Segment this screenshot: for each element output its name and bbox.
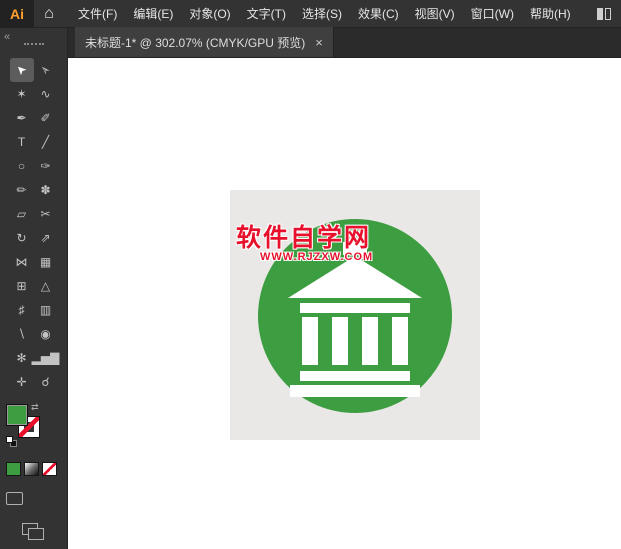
scale-tool[interactable]: ⇗ <box>34 226 58 250</box>
blend-tool[interactable]: ◉ <box>34 322 58 346</box>
column-graph-tool[interactable]: ▂▅▇ <box>34 346 58 370</box>
tab-close-icon[interactable]: × <box>315 36 323 49</box>
hand-tool[interactable]: ✛ <box>10 370 34 394</box>
menu-edit[interactable]: 编辑(E) <box>125 0 181 28</box>
selection-tool-icon: ➤ <box>13 61 30 78</box>
curvature-tool[interactable]: ✐ <box>34 106 58 130</box>
document-tabbar: 未标题-1* @ 302.07% (CMYK/GPU 预览) × <box>68 28 621 58</box>
mesh-tool[interactable]: ♯ <box>10 298 34 322</box>
zoom-tool[interactable]: ☌ <box>34 370 58 394</box>
pen-tool[interactable]: ✒ <box>10 106 34 130</box>
color-button[interactable] <box>6 462 21 476</box>
magic-wand-tool[interactable]: ✶ <box>10 82 34 106</box>
draw-mode-button[interactable] <box>6 492 23 505</box>
perspective-grid-tool[interactable]: △ <box>34 274 58 298</box>
menubar: Ai ⌂ 文件(F) 编辑(E) 对象(O) 文字(T) 选择(S) 效果(C)… <box>0 0 621 28</box>
symbol-sprayer-tool[interactable]: ✻ <box>10 346 34 370</box>
watermark-site-name: 软件自学网 <box>236 218 371 254</box>
rotate-tool[interactable]: ↻ <box>10 226 34 250</box>
tool-grid: ➤ ➢ ✶ ∿ ✒ ✐ T ╱ ○ ✑ ✏ ✽ ▱ ✂ ↻ ⇗ ⋈ ▦ ⊞ △ … <box>10 58 58 394</box>
shape-builder-tool[interactable]: ⊞ <box>10 274 34 298</box>
shaper-tool[interactable]: ✽ <box>34 178 58 202</box>
ellipse-tool[interactable]: ○ <box>10 154 34 178</box>
eraser-tool[interactable]: ▱ <box>10 202 34 226</box>
workspace: 未标题-1* @ 302.07% (CMYK/GPU 预览) × <box>68 28 621 549</box>
watermark-site-url: WWW.RJZXW.COM <box>260 251 373 263</box>
screen-mode-button[interactable] <box>22 523 46 541</box>
menu-object[interactable]: 对象(O) <box>181 0 238 28</box>
canvas[interactable]: 软件自学网 WWW.RJZXW.COM <box>68 58 621 549</box>
home-icon[interactable]: ⌂ <box>34 0 64 28</box>
color-type-buttons <box>6 462 57 476</box>
lasso-tool[interactable]: ∿ <box>34 82 58 106</box>
free-transform-tool[interactable]: ▦ <box>34 250 58 274</box>
direct-selection-tool[interactable]: ➢ <box>34 58 58 82</box>
panel-grip-handle[interactable] <box>24 43 44 45</box>
scissors-tool[interactable]: ✂ <box>34 202 58 226</box>
swap-fill-stroke-icon[interactable]: ⇄ <box>31 402 39 413</box>
fill-swatch[interactable] <box>6 404 28 426</box>
menu-list: 文件(F) 编辑(E) 对象(O) 文字(T) 选择(S) 效果(C) 视图(V… <box>70 0 579 28</box>
document-tab-title: 未标题-1* @ 302.07% (CMYK/GPU 预览) <box>85 34 305 51</box>
menu-window[interactable]: 窗口(W) <box>463 0 522 28</box>
artboard-image[interactable]: 软件自学网 WWW.RJZXW.COM <box>230 190 480 440</box>
menu-help[interactable]: 帮助(H) <box>522 0 579 28</box>
selection-tool[interactable]: ➤ <box>10 58 34 82</box>
illustrator-logo[interactable]: Ai <box>0 0 34 28</box>
width-tool[interactable]: ⋈ <box>10 250 34 274</box>
menu-type[interactable]: 文字(T) <box>239 0 294 28</box>
direct-selection-tool-icon: ➢ <box>37 61 54 78</box>
menu-select[interactable]: 选择(S) <box>294 0 350 28</box>
none-button[interactable] <box>42 462 57 476</box>
menu-view[interactable]: 视图(V) <box>407 0 463 28</box>
menu-file[interactable]: 文件(F) <box>70 0 125 28</box>
gradient-tool[interactable]: ▥ <box>34 298 58 322</box>
default-fill-stroke-icon[interactable] <box>6 436 18 448</box>
document-tab[interactable]: 未标题-1* @ 302.07% (CMYK/GPU 预览) × <box>75 27 334 57</box>
type-tool[interactable]: T <box>10 130 34 154</box>
pencil-tool[interactable]: ✏ <box>10 178 34 202</box>
collapse-panel-icon[interactable]: « <box>4 31 10 43</box>
line-segment-tool[interactable]: ╱ <box>34 130 58 154</box>
tools-panel: « ➤ ➢ ✶ ∿ ✒ ✐ T ╱ ○ ✑ ✏ ✽ ▱ ✂ ↻ ⇗ ⋈ ▦ ⊞ … <box>0 28 68 549</box>
paintbrush-tool[interactable]: ✑ <box>34 154 58 178</box>
menu-effect[interactable]: 效果(C) <box>350 0 407 28</box>
fill-stroke-controls: ⇄ <box>6 404 42 450</box>
gradient-button[interactable] <box>24 462 39 476</box>
eyedropper-tool[interactable]: ∖ <box>10 322 34 346</box>
workspace-panels-icon[interactable] <box>597 8 611 20</box>
